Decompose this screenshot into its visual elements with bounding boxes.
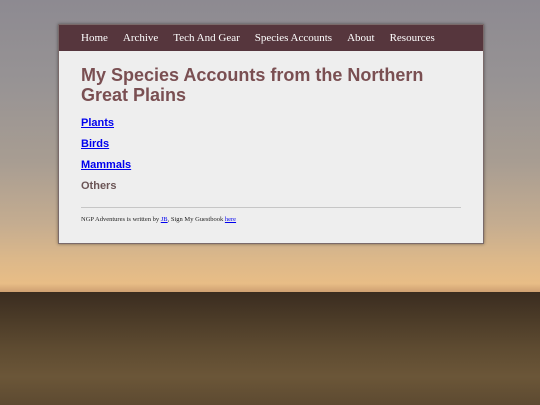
nav-archive[interactable]: Archive (123, 32, 158, 44)
nav-resources[interactable]: Resources (390, 32, 435, 44)
top-nav-bar: Home Archive Tech And Gear Species Accou… (59, 25, 483, 51)
nav-tech-and-gear[interactable]: Tech And Gear (173, 32, 239, 44)
guestbook-link[interactable]: here (225, 216, 236, 223)
author-link[interactable]: JB (161, 216, 168, 223)
footer-divider (81, 207, 461, 208)
content-panel: Home Archive Tech And Gear Species Accou… (58, 24, 484, 244)
footer-text: NGP Adventures is written by JB, Sign My… (81, 216, 461, 223)
category-link-plants[interactable]: Plants (81, 117, 461, 130)
prairie-grassland (0, 292, 540, 405)
category-link-birds[interactable]: Birds (81, 138, 461, 151)
page-title: My Species Accounts from the Northern Gr… (81, 65, 424, 105)
nav-species-accounts[interactable]: Species Accounts (255, 32, 332, 44)
footer-prefix: NGP Adventures is written by (81, 216, 161, 223)
footer-middle: , Sign My Guestbook (167, 216, 225, 223)
nav-about[interactable]: About (347, 32, 375, 44)
category-label-others: Others (81, 180, 117, 192)
nav-home[interactable]: Home (81, 32, 108, 44)
category-link-mammals[interactable]: Mammals (81, 159, 461, 172)
main-content: My Species Accounts from the Northern Gr… (59, 51, 483, 223)
